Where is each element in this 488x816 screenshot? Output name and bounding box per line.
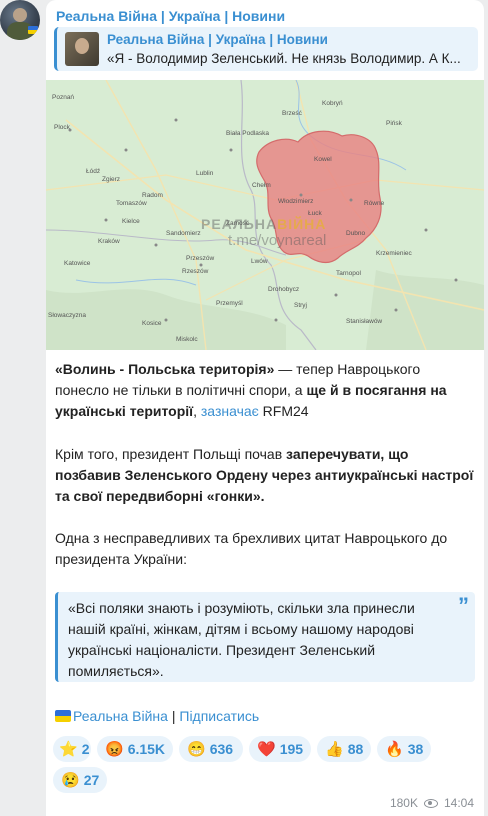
map-label: Słowaczyzna xyxy=(48,312,86,319)
eye-icon xyxy=(423,798,438,808)
star-icon: ⭐ xyxy=(59,741,78,758)
reaction-count: 2 xyxy=(81,741,90,757)
quote-text: «Всі поляки знають і розуміють, скільки … xyxy=(68,600,415,679)
reaction-count: 88 xyxy=(347,741,364,757)
channel-avatar[interactable] xyxy=(0,0,40,40)
view-count: 180K xyxy=(389,796,418,810)
separator: | xyxy=(167,708,180,724)
reply-preview[interactable]: Реальна Війна | Україна | Новини «Я - Во… xyxy=(54,27,478,71)
map-label: Drohobycz xyxy=(268,286,300,293)
map-label: Miskolc xyxy=(176,336,198,343)
text-span: Крім того, президент Польщі почав xyxy=(55,446,287,462)
reaction-star[interactable]: ⭐ 2 xyxy=(53,736,91,762)
bold-text: «Волинь - Польська територія» xyxy=(55,361,275,377)
map-label: Tomaszów xyxy=(116,200,147,207)
map-label: Radom xyxy=(142,192,163,199)
map-label: Stryj xyxy=(294,302,307,309)
reaction-angry[interactable]: 😡 6.15K xyxy=(97,736,173,762)
reply-thumbnail xyxy=(65,32,99,66)
quote-mark-icon: ” xyxy=(458,593,469,618)
map-label: Rzeszów xyxy=(182,268,209,275)
map-label: Kosice xyxy=(142,320,162,327)
map-label: Biała Podlaska xyxy=(226,130,269,137)
map-label: Lublin xyxy=(196,170,214,177)
map-label: Sandomierz xyxy=(166,230,201,237)
text-span: , xyxy=(193,403,201,419)
thumbs-up-icon: 👍 xyxy=(325,741,344,758)
message-time: 14:04 xyxy=(443,796,474,810)
map-label: Przemyśl xyxy=(216,300,243,307)
reaction-count: 195 xyxy=(279,741,304,757)
message-meta: 180K 14:04 xyxy=(390,796,474,810)
reaction-count: 38 xyxy=(407,741,424,757)
map-label: Katowice xyxy=(64,260,91,267)
reaction-grin[interactable]: 😁 636 xyxy=(179,736,243,762)
map-watermark-handle: t.me/voynareal xyxy=(228,232,327,249)
fire-icon: 🔥 xyxy=(385,741,404,758)
angry-face-icon: 😡 xyxy=(105,741,124,758)
ukraine-flag-icon xyxy=(55,710,71,722)
map-image[interactable]: Plock Łódź Radom Lublin Kielce Kraków Ka… xyxy=(46,80,484,350)
map-label: Dubno xyxy=(346,230,366,237)
paragraph-1: «Волинь - Польська територія» — тепер На… xyxy=(55,359,475,422)
footer-links: Реальна Війна | Підписатись xyxy=(55,708,259,724)
map-label: Plock xyxy=(54,124,70,131)
paragraph-2: Крім того, президент Польщі почав запере… xyxy=(55,444,475,507)
message-bubble: Реальна Війна | Україна | Новини Реальна… xyxy=(46,0,484,816)
map-label: Kraków xyxy=(98,238,120,245)
map-label: Zgierz xyxy=(102,176,121,183)
map-canvas xyxy=(46,80,484,350)
map-label: Stanisławów xyxy=(346,318,383,325)
reply-text: «Я - Володимир Зеленський. Не князь Воло… xyxy=(107,51,461,66)
reaction-count: 6.15K xyxy=(127,741,166,757)
source-link[interactable]: зазначає xyxy=(201,403,259,419)
map-label: Krzemieniec xyxy=(376,250,412,257)
crying-face-icon: 😢 xyxy=(61,772,80,789)
map-label: Łódź xyxy=(86,168,101,175)
map-label: Kobryń xyxy=(322,100,343,107)
subscribe-link[interactable]: Підписатись xyxy=(179,708,259,724)
blockquote: ” «Всі поляки знають і розуміють, скільк… xyxy=(55,592,475,682)
map-label: Przeszów xyxy=(186,255,215,262)
reaction-count: 27 xyxy=(83,772,100,788)
channel-name[interactable]: Реальна Війна | Україна | Новини xyxy=(56,8,285,24)
map-label: Równe xyxy=(364,200,385,207)
map-watermark: РЕАЛЬНАВІЙНА xyxy=(201,216,327,232)
reaction-fire[interactable]: 🔥 38 xyxy=(377,736,431,762)
grin-face-icon: 😁 xyxy=(187,741,206,758)
map-label: Brześć xyxy=(282,110,302,117)
map-label: Kielce xyxy=(122,218,140,225)
map-label: Poznań xyxy=(52,94,75,101)
reaction-count: 636 xyxy=(209,741,234,757)
channel-link[interactable]: Реальна Війна xyxy=(73,708,168,724)
reply-title: Реальна Війна | Україна | Новини xyxy=(107,32,328,47)
text-span: RFM24 xyxy=(258,403,309,419)
reaction-crying[interactable]: 😢 27 xyxy=(53,767,107,793)
paragraph-3: Одна з несправедливих та брехливих цитат… xyxy=(55,530,448,567)
map-label: Tarnopol xyxy=(336,270,361,277)
map-label: Kowel xyxy=(314,156,332,163)
map-label: Pińsk xyxy=(386,120,402,127)
heart-icon: ❤️ xyxy=(257,741,276,758)
reaction-heart[interactable]: ❤️ 195 xyxy=(249,736,311,762)
map-label: Włodzimierz xyxy=(278,198,314,205)
map-label: Chełm xyxy=(252,182,271,189)
reaction-thumbs-up[interactable]: 👍 88 xyxy=(317,736,371,762)
map-label: Lwów xyxy=(251,258,268,265)
